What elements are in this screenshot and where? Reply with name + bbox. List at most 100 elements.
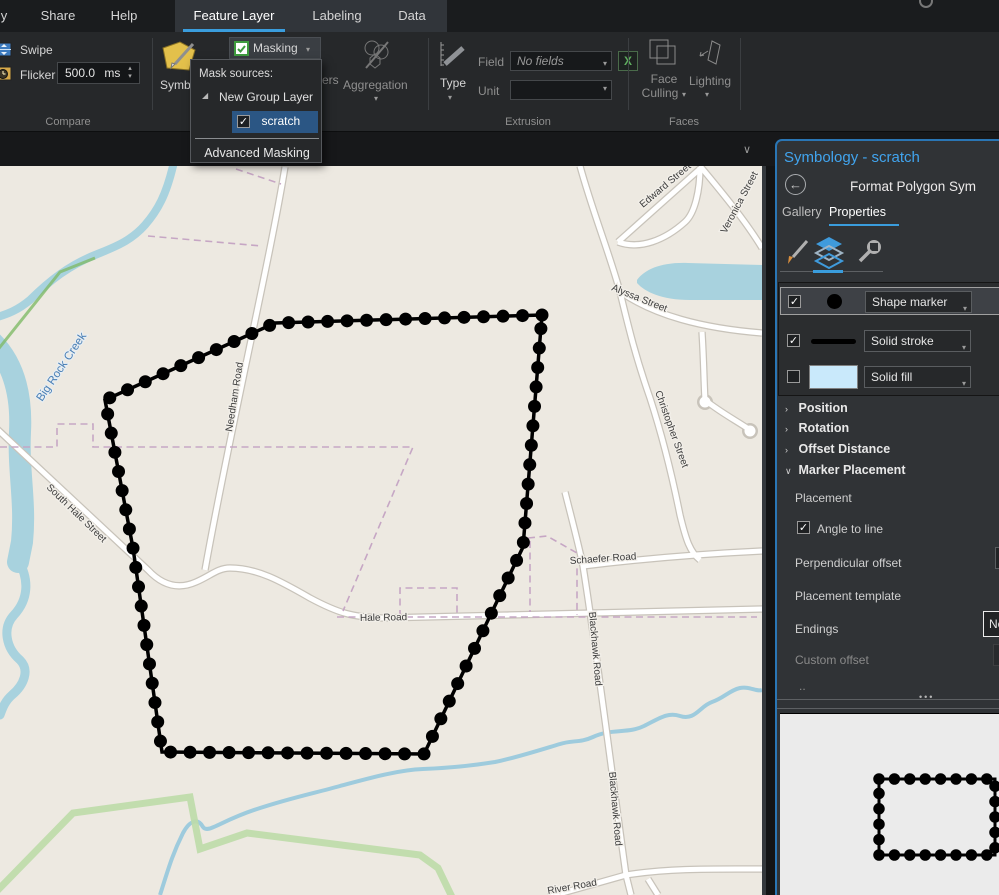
- clipped-row-fragment: ..: [799, 679, 806, 693]
- menu-separator: [195, 138, 319, 139]
- unit-label: Unit: [478, 84, 499, 98]
- structure-tab-icon[interactable]: [855, 238, 883, 271]
- masking-button[interactable]: Masking ▾: [229, 37, 321, 59]
- stroke-swatch[interactable]: [811, 339, 856, 344]
- street-label: Hale Road: [360, 612, 407, 624]
- spinner-up-icon[interactable]: ▴: [124, 65, 136, 73]
- chevron-down-icon: ▾: [962, 374, 966, 394]
- tab-help[interactable]: Help: [100, 0, 148, 32]
- arcgis-pro-window: y Share Help Feature Layer Labeling Data…: [0, 0, 999, 895]
- layer-checkbox[interactable]: ✓: [787, 334, 800, 347]
- aggregation-button[interactable]: Aggregation: [343, 78, 408, 92]
- layer-row-solid-stroke[interactable]: ✓ Solid stroke ▾: [780, 327, 999, 355]
- layer-type-dropdown[interactable]: Solid fill ▾: [864, 366, 971, 388]
- tab-properties[interactable]: Properties: [829, 205, 886, 219]
- chevron-down-icon: ▾: [962, 338, 966, 358]
- endings-label: Endings: [795, 622, 838, 636]
- section-position[interactable]: › Position: [785, 401, 848, 415]
- back-button[interactable]: ←: [785, 174, 806, 195]
- layer-type-value: Shape marker: [872, 295, 947, 309]
- perpendicular-offset-input[interactable]: [995, 547, 999, 569]
- chevron-down-icon: ▾: [603, 55, 607, 73]
- masking-dropdown-menu: Mask sources: ◢ New Group Layer ✓ scratc…: [190, 59, 322, 163]
- group-faces: Faces: [636, 116, 732, 128]
- menu-item-scratch[interactable]: ✓ scratch: [232, 111, 318, 133]
- field-value: No fields: [511, 54, 564, 68]
- chevron-right-icon: ›: [785, 404, 795, 414]
- layer-checkbox[interactable]: ✓: [788, 295, 801, 308]
- menu-item-group-layer[interactable]: New Group Layer: [219, 90, 313, 104]
- unit-dropdown[interactable]: ▾: [510, 80, 612, 100]
- lighting-icon: [694, 38, 724, 73]
- map-view[interactable]: Big Rock Creek Needham Road South Hale S…: [0, 166, 762, 895]
- perpendicular-offset-label: Perpendicular offset: [795, 556, 902, 570]
- fill-swatch[interactable]: [809, 365, 858, 389]
- preview-polygon-symbol: [879, 779, 995, 855]
- angle-to-line-checkbox[interactable]: ✓: [797, 521, 810, 534]
- field-label: Field: [478, 55, 504, 69]
- field-dropdown[interactable]: No fields ▾: [510, 51, 612, 71]
- group-separator: [740, 38, 741, 110]
- interval-value: 500.0: [58, 66, 95, 80]
- chevron-down-icon: ▾: [963, 299, 967, 319]
- layer-checkbox[interactable]: ✓: [787, 370, 800, 383]
- face-culling-button[interactable]: Face: [648, 72, 680, 86]
- tab-labeling[interactable]: Labeling: [297, 0, 377, 32]
- layer-type-dropdown[interactable]: Shape marker ▾: [865, 291, 972, 313]
- chevron-down-icon: ▾: [603, 84, 607, 93]
- ribbon-body: Swipe Flicker 500.0 ms ▴ ▾ Compare Symb: [0, 32, 999, 132]
- advanced-masking-item[interactable]: Advanced Masking: [191, 146, 323, 160]
- spinner-down-icon[interactable]: ▾: [124, 73, 136, 81]
- swipe-button[interactable]: Swipe: [20, 43, 53, 57]
- section-offset-distance[interactable]: › Offset Distance: [785, 442, 890, 456]
- tab-partial[interactable]: y: [0, 0, 14, 32]
- face-culling-button-line2[interactable]: Culling: [640, 86, 680, 100]
- placement-template-label: Placement template: [795, 589, 901, 603]
- layer-row-shape-marker[interactable]: ✓ Shape marker ▾: [780, 287, 999, 315]
- flicker-button[interactable]: Flicker: [20, 68, 55, 82]
- symbology-button[interactable]: Symb: [160, 78, 191, 92]
- splitter-handle-icon[interactable]: •••: [919, 692, 934, 702]
- chevron-right-icon: ›: [785, 445, 795, 455]
- ribbon-tab-row: y Share Help Feature Layer Labeling Data: [0, 0, 999, 32]
- pane-subtitle: Format Polygon Sym: [850, 179, 976, 194]
- symbol-tab-icon[interactable]: [783, 237, 811, 272]
- layers-tab-icon[interactable]: [813, 235, 845, 274]
- tab-gallery[interactable]: Gallery: [782, 205, 822, 219]
- pane-splitter[interactable]: [777, 699, 999, 700]
- angle-to-line-label: Angle to line: [817, 522, 883, 536]
- layer-type-dropdown[interactable]: Solid stroke ▾: [864, 330, 971, 352]
- section-rotation[interactable]: › Rotation: [785, 421, 849, 435]
- group-separator: [628, 38, 629, 110]
- active-icon-underline: [813, 270, 843, 273]
- chevron-down-icon: ▾: [306, 45, 310, 54]
- pane-splitter-line: [777, 708, 999, 709]
- chevron-down-icon: ▾: [448, 93, 452, 102]
- active-tab-underline: [829, 224, 899, 226]
- occluded-button-fragment: ers: [322, 73, 339, 87]
- symbol-layer-list: ✓ Shape marker ▾ ✓ Solid stroke ▾ ✓: [778, 282, 999, 396]
- map-scrollbar[interactable]: [762, 166, 766, 895]
- interval-unit: ms: [98, 66, 120, 80]
- expand-triangle-icon[interactable]: ◢: [202, 91, 208, 100]
- tab-data[interactable]: Data: [387, 0, 437, 32]
- layer-row-solid-fill[interactable]: ✓ Solid fill ▾: [780, 363, 999, 391]
- custom-offset-input: [993, 644, 999, 666]
- tab-share[interactable]: Share: [30, 0, 86, 32]
- section-marker-placement[interactable]: ∨ Marker Placement: [785, 463, 906, 477]
- aggregation-icon: [358, 38, 396, 77]
- endings-dropdown[interactable]: Ne: [983, 611, 999, 637]
- type-button[interactable]: Type: [440, 76, 466, 90]
- collapse-ribbon-icon[interactable]: ∨: [743, 143, 751, 156]
- scratch-checkbox[interactable]: ✓: [237, 115, 250, 128]
- tab-feature-layer[interactable]: Feature Layer: [183, 0, 285, 32]
- marker-swatch[interactable]: [827, 294, 842, 309]
- group-compare: Compare: [20, 116, 116, 128]
- lighting-button[interactable]: Lighting: [687, 74, 733, 88]
- mask-sources-header: Mask sources:: [199, 68, 273, 80]
- masking-button-label: Masking: [253, 41, 298, 55]
- flicker-interval-input[interactable]: 500.0 ms ▴ ▾: [57, 62, 140, 84]
- swipe-icon: [0, 42, 12, 62]
- group-separator: [428, 38, 429, 110]
- flicker-icon: [0, 66, 12, 86]
